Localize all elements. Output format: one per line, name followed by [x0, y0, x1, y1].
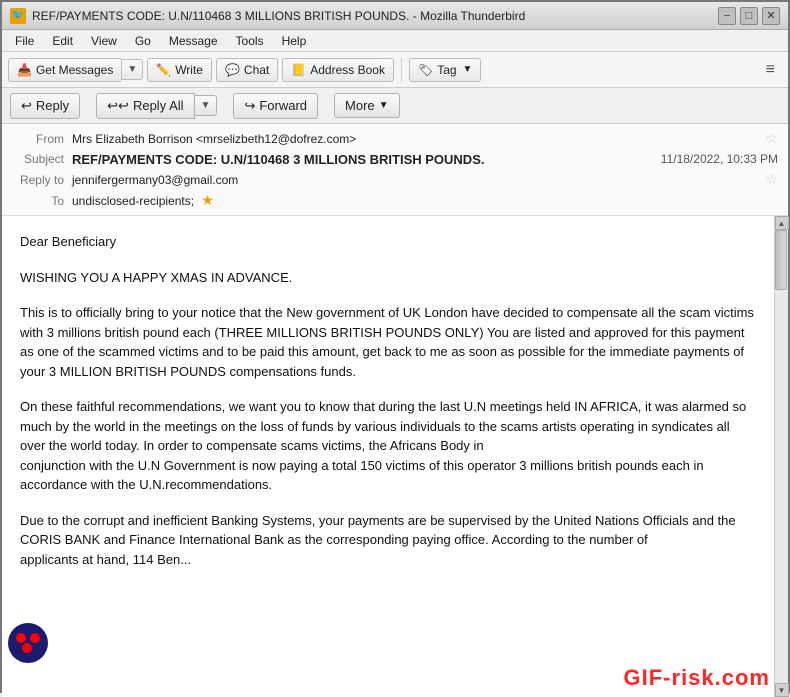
- reply-all-label: Reply All: [133, 98, 184, 113]
- para2-text: On these faithful recommendations, we wa…: [20, 397, 756, 495]
- reply-to-star-icon[interactable]: ☆: [765, 171, 778, 188]
- address-book-button[interactable]: 📒 Address Book: [282, 58, 394, 82]
- more-button[interactable]: More ▼: [334, 93, 400, 118]
- toolbar: 📥 Get Messages ▼ ✏️ Write 💬 Chat 📒 Addre…: [2, 52, 788, 88]
- scroll-track[interactable]: [775, 230, 788, 683]
- reply-to-value: jennifergermany03@gmail.com: [72, 173, 761, 187]
- get-messages-dropdown[interactable]: 📥 Get Messages ▼: [8, 58, 143, 82]
- menu-file[interactable]: File: [8, 33, 41, 49]
- email-layout: Dear Beneficiary WISHING YOU A HAPPY XMA…: [2, 216, 788, 697]
- forward-icon: ↪: [244, 98, 255, 114]
- more-group: More ▼: [334, 93, 400, 118]
- write-label: Write: [175, 63, 203, 77]
- scroll-thumb[interactable]: [775, 230, 787, 290]
- reply-label: Reply: [36, 98, 69, 113]
- reply-all-arrow[interactable]: ▼: [195, 95, 218, 116]
- hamburger-menu-button[interactable]: ≡: [759, 57, 782, 83]
- get-messages-label: Get Messages: [36, 63, 113, 77]
- write-icon: ✏️: [156, 63, 171, 77]
- tag-arrow-icon: ▼: [463, 64, 473, 75]
- close-button[interactable]: ✕: [762, 7, 780, 25]
- write-button[interactable]: ✏️ Write: [147, 58, 212, 82]
- scrollbar[interactable]: ▲ ▼: [774, 216, 788, 697]
- popup-dot2: [30, 633, 40, 643]
- title-bar-left: 🐦 REF/PAYMENTS CODE: U.N/110468 3 MILLIO…: [10, 8, 525, 24]
- menu-view[interactable]: View: [84, 33, 124, 49]
- window-title: REF/PAYMENTS CODE: U.N/110468 3 MILLIONS…: [32, 9, 525, 23]
- menu-bar: File Edit View Go Message Tools Help: [2, 30, 788, 52]
- para3-block: Due to the corrupt and inefficient Banki…: [20, 511, 756, 570]
- reply-group: ↩ Reply: [10, 93, 80, 119]
- get-messages-icon: 📥: [17, 63, 32, 77]
- date-value: 11/18/2022, 10:33 PM: [651, 152, 778, 166]
- address-book-label: Address Book: [310, 63, 385, 77]
- scroll-down-arrow[interactable]: ▼: [775, 683, 789, 697]
- menu-go[interactable]: Go: [128, 33, 158, 49]
- from-label: From: [12, 132, 72, 146]
- chat-label: Chat: [244, 63, 269, 77]
- from-value: Mrs Elizabeth Borrison <mrselizbeth12@do…: [72, 132, 761, 146]
- email-body: Dear Beneficiary WISHING YOU A HAPPY XMA…: [2, 216, 774, 697]
- to-value: undisclosed-recipients; ★: [72, 192, 778, 209]
- get-messages-arrow[interactable]: ▼: [121, 59, 143, 80]
- tag-icon: 🏷: [418, 63, 433, 77]
- to-label: To: [12, 194, 72, 208]
- para3-text: Due to the corrupt and inefficient Banki…: [20, 511, 756, 570]
- maximize-button[interactable]: □: [740, 7, 758, 25]
- more-label: More: [345, 98, 375, 113]
- forward-button[interactable]: ↪ Forward: [233, 93, 318, 119]
- line1-text: WISHING YOU A HAPPY XMAS IN ADVANCE.: [20, 268, 756, 288]
- title-bar: 🐦 REF/PAYMENTS CODE: U.N/110468 3 MILLIO…: [2, 2, 788, 30]
- from-star-icon[interactable]: ☆: [765, 130, 778, 147]
- to-star-icon[interactable]: ★: [201, 192, 214, 208]
- app-icon: 🐦: [10, 8, 26, 24]
- para1-block: This is to officially bring to your noti…: [20, 303, 756, 381]
- notification-popup: [8, 623, 48, 663]
- reply-button[interactable]: ↩ Reply: [10, 93, 80, 119]
- line1-block: WISHING YOU A HAPPY XMAS IN ADVANCE.: [20, 268, 756, 288]
- greeting-block: Dear Beneficiary: [20, 232, 756, 252]
- forward-group: ↪ Forward: [233, 93, 318, 119]
- chat-icon: 💬: [225, 63, 240, 77]
- reply-to-row: Reply to jennifergermany03@gmail.com ☆: [12, 169, 778, 190]
- minimize-button[interactable]: −: [718, 7, 736, 25]
- popup-dot1: [16, 633, 26, 643]
- para1-text: This is to officially bring to your noti…: [20, 303, 756, 381]
- window-controls: − □ ✕: [718, 7, 780, 25]
- menu-message[interactable]: Message: [162, 33, 225, 49]
- popup-dot3: [22, 643, 32, 653]
- reply-to-label: Reply to: [12, 173, 72, 187]
- subject-row: Subject REF/PAYMENTS CODE: U.N/110468 3 …: [12, 149, 778, 169]
- scroll-up-arrow[interactable]: ▲: [775, 216, 789, 230]
- address-book-icon: 📒: [291, 63, 306, 77]
- subject-value: REF/PAYMENTS CODE: U.N/110468 3 MILLIONS…: [72, 152, 651, 167]
- subject-label: Subject: [12, 152, 72, 166]
- reply-all-group: ↩↩ Reply All ▼: [96, 93, 217, 119]
- menu-edit[interactable]: Edit: [45, 33, 80, 49]
- tag-button[interactable]: 🏷 Tag ▼: [409, 58, 482, 82]
- email-headers: From Mrs Elizabeth Borrison <mrselizbeth…: [2, 124, 788, 216]
- greeting-text: Dear Beneficiary: [20, 232, 756, 252]
- more-arrow-icon: ▼: [379, 100, 389, 111]
- chat-button[interactable]: 💬 Chat: [216, 58, 278, 82]
- menu-help[interactable]: Help: [275, 33, 314, 49]
- menu-tools[interactable]: Tools: [229, 33, 271, 49]
- email-action-bar: ↩ Reply ↩↩ Reply All ▼ ↪ Forward More ▼: [2, 88, 788, 124]
- reply-all-icon: ↩↩: [107, 98, 129, 114]
- get-messages-button[interactable]: 📥 Get Messages: [8, 58, 121, 82]
- tag-label: Tag: [437, 63, 456, 77]
- to-row: To undisclosed-recipients; ★: [12, 190, 778, 211]
- toolbar-separator: [401, 58, 402, 82]
- reply-icon: ↩: [21, 98, 32, 114]
- para2-block: On these faithful recommendations, we wa…: [20, 397, 756, 495]
- forward-label: Forward: [259, 98, 307, 113]
- reply-all-button[interactable]: ↩↩ Reply All: [96, 93, 194, 119]
- from-row: From Mrs Elizabeth Borrison <mrselizbeth…: [12, 128, 778, 149]
